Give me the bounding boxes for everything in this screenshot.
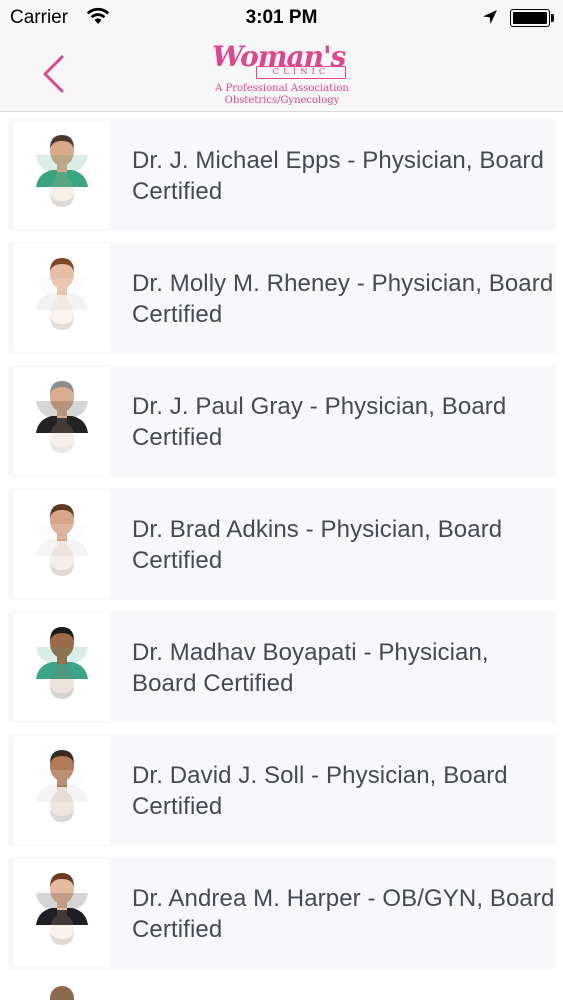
- physician-name: Dr. J. Paul Gray - Physician, Board Cert…: [132, 393, 507, 451]
- status-bar: Carrier 3:01 PM: [0, 0, 563, 36]
- back-button[interactable]: [32, 50, 76, 98]
- battery-tip: [551, 14, 554, 22]
- physician-row[interactable]: Dr. Madhav Boyapati - Physician, Board C…: [0, 605, 563, 728]
- physician-name: Dr. Brad Adkins - Physician, Board Certi…: [132, 516, 503, 574]
- physician-row[interactable]: Dr. David J. Soll - Physician, Board Cer…: [0, 728, 563, 851]
- womans-clinic-logo: Woman's CLINIC A Professional Associatio…: [206, 40, 358, 108]
- navigation-bar: Woman's CLINIC A Professional Associatio…: [0, 36, 563, 112]
- photo-reflection: [32, 770, 92, 830]
- physician-name: Dr. J. Michael Epps - Physician, Board C…: [132, 147, 544, 205]
- logo-tagline-2: Obstetrics/Gynecology: [224, 95, 340, 106]
- physician-name: Dr. Madhav Boyapati - Physician, Board C…: [132, 639, 489, 697]
- photo-reflection: [32, 647, 92, 707]
- physician-photo-frame: [14, 490, 110, 598]
- battery-icon: [510, 9, 550, 27]
- physician-photo-frame: [14, 736, 110, 844]
- physician-name: Dr. Andrea M. Harper - OB/GYN, Board Cer…: [132, 885, 555, 943]
- location-arrow-icon: [482, 9, 498, 30]
- battery-level: [513, 12, 547, 24]
- physician-photo-frame: [14, 121, 110, 229]
- physician-list: Dr. J. Michael Epps - Physician, Board C…: [0, 113, 563, 1000]
- physician-row[interactable]: Dr. Brad Adkins - Physician, Board Certi…: [0, 482, 563, 605]
- physician-name: Dr. David J. Soll - Physician, Board Cer…: [132, 762, 508, 820]
- physician-row-partial[interactable]: [0, 974, 563, 1000]
- photo-reflection: [32, 893, 92, 953]
- logo-tagline-1: A Professional Association: [215, 83, 349, 94]
- physician-photo-partial: [50, 986, 74, 1000]
- physician-row[interactable]: Dr. J. Paul Gray - Physician, Board Cert…: [0, 359, 563, 482]
- physician-photo-frame: [14, 859, 110, 967]
- photo-reflection: [32, 155, 92, 215]
- chevron-left-icon: [43, 55, 64, 93]
- physician-photo-frame: [14, 244, 110, 352]
- physician-row[interactable]: Dr. J. Michael Epps - Physician, Board C…: [0, 113, 563, 236]
- photo-reflection: [32, 401, 92, 461]
- physician-row[interactable]: Dr. Andrea M. Harper - OB/GYN, Board Cer…: [0, 851, 563, 974]
- physician-photo-frame: [14, 613, 110, 721]
- physician-row[interactable]: Dr. Molly M. Rheney - Physician, Board C…: [0, 236, 563, 359]
- logo-clinic-text: CLINIC: [256, 66, 346, 79]
- physician-photo-frame: [14, 367, 110, 475]
- photo-reflection: [32, 278, 92, 338]
- photo-reflection: [32, 524, 92, 584]
- clock: 3:01 PM: [245, 7, 318, 28]
- physician-name: Dr. Molly M. Rheney - Physician, Board C…: [132, 270, 554, 328]
